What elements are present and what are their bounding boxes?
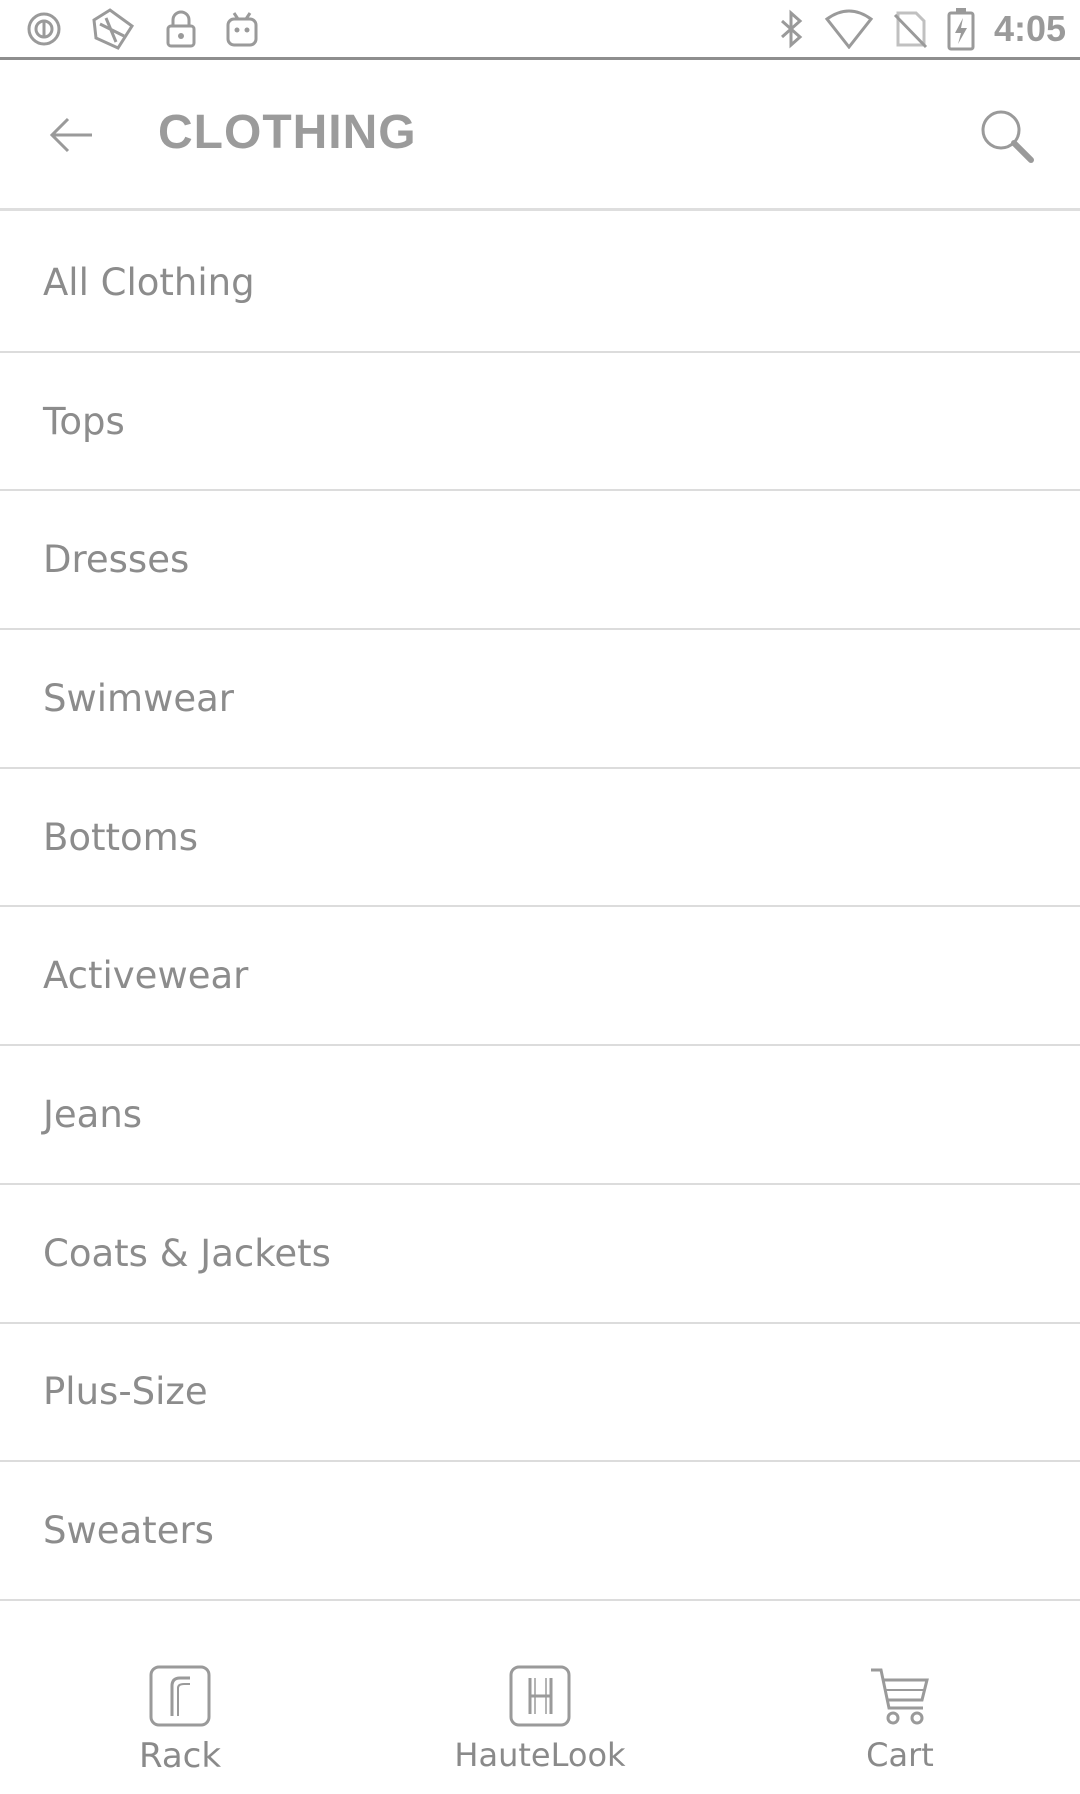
category-item-plus-size[interactable]: Plus-Size bbox=[0, 1323, 1080, 1463]
category-label: Dresses bbox=[43, 538, 190, 582]
wifi-icon bbox=[824, 9, 874, 49]
bottom-nav: Rack HauteLook Cart bbox=[0, 1644, 1080, 1794]
screen: 4:05 CLOTHING All Clothing Tops Dresses … bbox=[0, 0, 1080, 1794]
hautelook-logo-icon bbox=[508, 1662, 572, 1730]
category-label: Bottoms bbox=[43, 815, 198, 859]
nav-item-hautelook[interactable]: HauteLook bbox=[360, 1644, 720, 1794]
back-button[interactable] bbox=[42, 107, 102, 167]
app-notification-icon bbox=[26, 11, 62, 47]
search-icon bbox=[977, 106, 1037, 170]
category-item-jeans[interactable]: Jeans bbox=[0, 1046, 1080, 1185]
category-label: Jeans bbox=[43, 1092, 143, 1136]
cart-icon bbox=[867, 1662, 933, 1730]
app-bar: CLOTHING bbox=[0, 63, 1080, 211]
arrow-left-icon bbox=[48, 115, 96, 159]
category-label: All Clothing bbox=[43, 260, 255, 304]
category-list: All Clothing Tops Dresses Swimwear Botto… bbox=[0, 214, 1080, 1601]
category-label: Activewear bbox=[43, 954, 249, 998]
category-item-bottoms[interactable]: Bottoms bbox=[0, 768, 1080, 908]
nav-label-hautelook: HauteLook bbox=[454, 1736, 626, 1774]
status-left-icons bbox=[26, 6, 286, 52]
battery-charging-icon bbox=[946, 7, 976, 51]
category-item-dresses[interactable]: Dresses bbox=[0, 491, 1080, 631]
category-item-tops[interactable]: Tops bbox=[0, 352, 1080, 492]
search-button[interactable] bbox=[972, 103, 1042, 173]
category-item-sweaters[interactable]: Sweaters bbox=[0, 1462, 1080, 1601]
status-time: 4:05 bbox=[993, 7, 1066, 49]
category-label: Plus-Size bbox=[43, 1370, 208, 1414]
category-item-activewear[interactable]: Activewear bbox=[0, 907, 1080, 1047]
bluetooth-icon bbox=[776, 9, 806, 49]
category-label: Coats & Jackets bbox=[43, 1231, 331, 1275]
status-bar: 4:05 bbox=[0, 0, 1080, 60]
nav-item-rack[interactable]: Rack bbox=[0, 1644, 360, 1794]
category-label: Tops bbox=[43, 399, 125, 443]
android-icon bbox=[224, 9, 260, 49]
nav-label-rack: Rack bbox=[138, 1736, 222, 1776]
nav-label-cart: Cart bbox=[866, 1736, 934, 1774]
status-right-icons: 4:05 bbox=[758, 7, 1066, 51]
rack-logo-icon bbox=[148, 1662, 212, 1730]
no-sim-icon bbox=[892, 9, 928, 49]
category-label: Swimwear bbox=[43, 676, 234, 720]
nav-item-cart[interactable]: Cart bbox=[720, 1644, 1080, 1794]
category-label: Sweaters bbox=[43, 1509, 214, 1553]
category-item-swimwear[interactable]: Swimwear bbox=[0, 630, 1080, 769]
lock-icon bbox=[164, 9, 198, 49]
category-item-coats-jackets[interactable]: Coats & Jackets bbox=[0, 1184, 1080, 1324]
category-item-all-clothing[interactable]: All Clothing bbox=[0, 214, 1080, 353]
fave-icon bbox=[88, 6, 138, 52]
page-title: CLOTHING bbox=[158, 106, 417, 159]
